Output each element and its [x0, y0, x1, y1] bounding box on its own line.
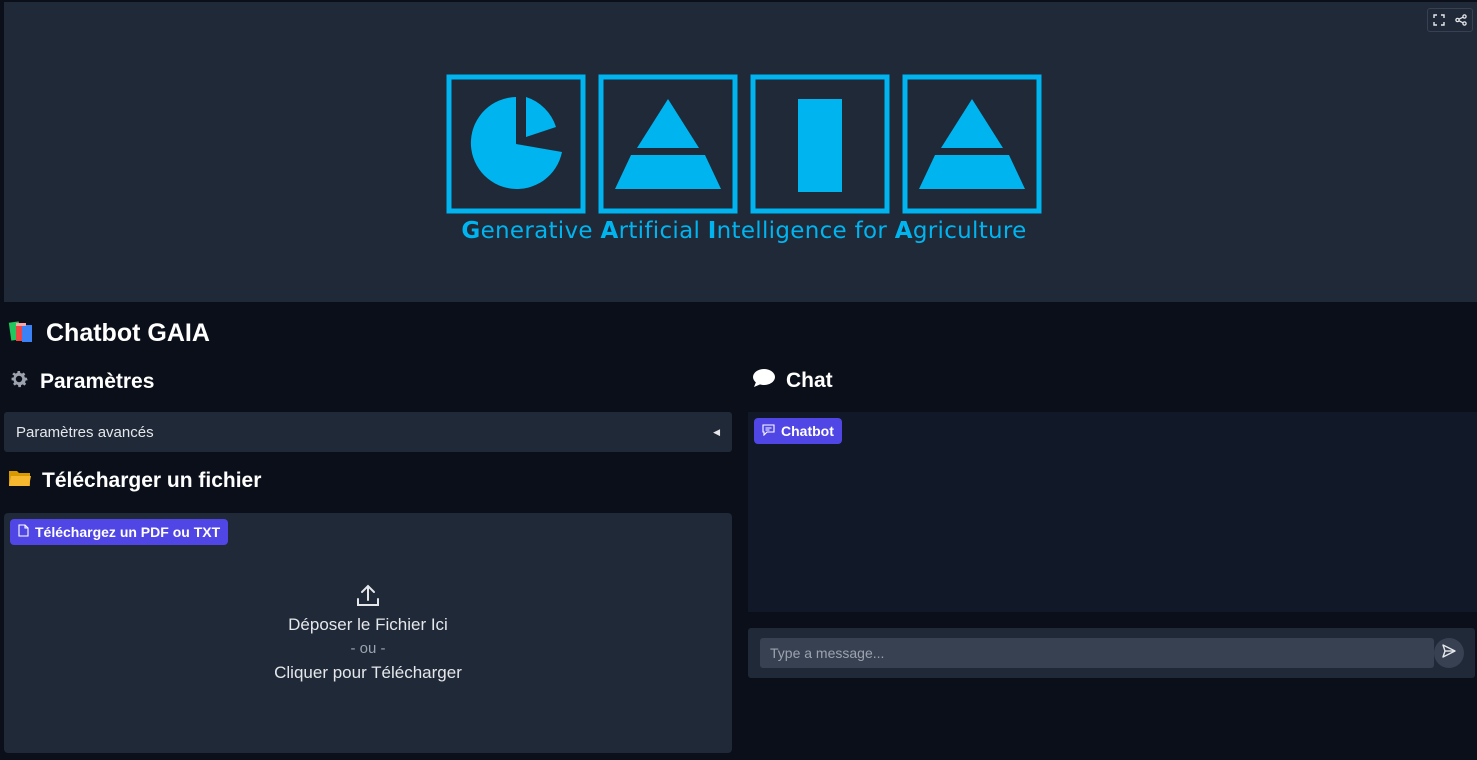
params-heading: Paramètres [8, 368, 154, 396]
drop-text: Déposer le Fichier Ici [288, 615, 448, 634]
message-input-bar [748, 628, 1475, 678]
send-icon [1441, 643, 1457, 664]
folder-icon [8, 468, 32, 494]
caret-left-icon: ◀ [713, 426, 720, 437]
chatbot-label-badge: Chatbot [754, 418, 842, 444]
or-text: - ou - [350, 640, 386, 657]
banner-image: Generative Artificial Intelligence for A… [4, 2, 1477, 302]
banner-toolbar [1427, 8, 1473, 32]
fullscreen-icon[interactable] [1428, 9, 1450, 31]
file-icon [18, 524, 29, 540]
logo-caption: Generative Artificial Intelligence for A… [461, 218, 1027, 244]
chat-icon [762, 423, 775, 439]
books-icon [8, 318, 36, 349]
click-upload-text: Cliquer pour Télécharger [274, 663, 462, 682]
upload-label-badge: Téléchargez un PDF ou TXT [10, 519, 229, 545]
file-upload-dropzone[interactable]: Téléchargez un PDF ou TXT Déposer le Fic… [4, 513, 732, 753]
upload-icon [4, 583, 732, 613]
message-input[interactable] [760, 638, 1434, 668]
gear-icon [8, 368, 30, 396]
share-icon[interactable] [1450, 9, 1472, 31]
send-button[interactable] [1434, 638, 1464, 668]
app-title-row: Chatbot GAIA [8, 318, 210, 349]
chat-heading: Chat [752, 368, 833, 394]
speech-bubble-icon [752, 368, 776, 394]
upload-heading: Télécharger un fichier [8, 468, 261, 494]
accordion-label: Paramètres avancés [16, 423, 154, 441]
chatbot-panel: Chatbot [748, 412, 1477, 612]
advanced-params-accordion[interactable]: Paramètres avancés ◀ [4, 412, 732, 452]
upload-instructions: Déposer le Fichier Ici - ou - Cliquer po… [4, 583, 732, 685]
page-title: Chatbot GAIA [46, 319, 210, 347]
